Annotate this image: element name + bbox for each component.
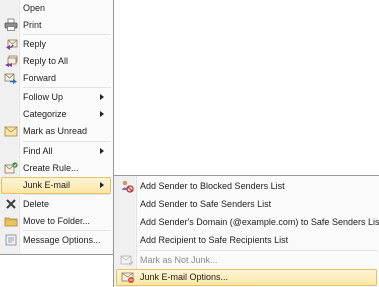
menu-item-label: Forward <box>23 73 57 83</box>
menu-item-print[interactable]: Print <box>1 17 111 34</box>
menu-item-follow-up[interactable]: Follow Up <box>1 89 111 106</box>
menu-separator <box>23 141 111 142</box>
menu-item-create-rule[interactable]: Create Rule... <box>1 160 111 177</box>
reply-icon <box>4 37 18 51</box>
menu-item-mark-as-unread[interactable]: Mark as Unread <box>1 123 111 140</box>
delete-x-icon <box>4 197 18 211</box>
menu-item-label: Message Options... <box>23 235 101 245</box>
block-sender-icon <box>120 179 134 193</box>
junk-email-submenu: Add Sender to Blocked Senders List Add S… <box>113 175 379 287</box>
menu-item-label: Junk E-mail Options... <box>140 272 229 282</box>
menu-item-label: Mark as Not Junk... <box>140 255 218 265</box>
menu-item-forward[interactable]: Forward <box>1 70 111 87</box>
submenu-arrow-icon <box>100 148 104 154</box>
submenu-arrow-icon <box>100 94 104 100</box>
menu-item-label: Find All <box>23 146 53 156</box>
reply-all-icon <box>4 54 18 68</box>
submenu-item-safe-sender[interactable]: Add Sender to Safe Senders List <box>116 196 377 213</box>
menu-item-label: Reply <box>23 39 47 49</box>
submenu-item-safe-domain[interactable]: Add Sender's Domain (@example.com) to Sa… <box>116 214 379 231</box>
menu-item-find-all[interactable]: Find All <box>1 143 111 160</box>
not-junk-envelope-icon <box>120 253 134 267</box>
forward-icon <box>4 71 18 85</box>
context-menu: Open Print Reply Reply to All Forward Fo… <box>0 0 114 255</box>
menu-separator <box>140 250 377 251</box>
options-icon <box>4 233 18 247</box>
menu-item-move-to-folder[interactable]: Move to Folder... <box>1 213 111 230</box>
menu-item-junk-email[interactable]: Junk E-mail <box>1 177 111 194</box>
menu-item-label: Move to Folder... <box>23 216 91 226</box>
menu-item-label: Add Recipient to Safe Recipients List <box>140 235 289 245</box>
menu-separator <box>23 87 111 88</box>
submenu-item-safe-recipient[interactable]: Add Recipient to Safe Recipients List <box>116 232 377 249</box>
menu-item-label: Print <box>23 20 42 30</box>
menu-item-delete[interactable]: Delete <box>1 196 111 213</box>
submenu-item-block-sender[interactable]: Add Sender to Blocked Senders List <box>116 178 377 195</box>
submenu-item-junk-options[interactable]: Junk E-mail Options... <box>116 269 377 286</box>
menu-item-reply[interactable]: Reply <box>1 36 111 53</box>
menu-item-categorize[interactable]: Categorize <box>1 106 111 123</box>
unread-envelope-icon <box>4 124 18 138</box>
menu-item-label: Mark as Unread <box>23 126 88 136</box>
printer-icon <box>4 18 18 32</box>
folder-icon <box>4 214 18 228</box>
menu-item-label: Add Sender's Domain (@example.com) to Sa… <box>140 217 379 227</box>
menu-item-label: Add Sender to Blocked Senders List <box>140 181 285 191</box>
menu-item-label: Categorize <box>23 109 67 119</box>
menu-item-message-options[interactable]: Message Options... <box>1 232 111 249</box>
menu-item-open[interactable]: Open <box>1 0 111 17</box>
menu-item-label: Delete <box>23 199 50 209</box>
menu-item-reply-to-all[interactable]: Reply to All <box>1 53 111 70</box>
menu-item-label: Create Rule... <box>23 163 79 173</box>
menu-item-label: Add Sender to Safe Senders List <box>140 199 272 209</box>
submenu-arrow-icon <box>100 111 104 117</box>
menu-item-label: Junk E-mail <box>23 180 71 190</box>
menu-item-label: Open <box>23 3 46 13</box>
submenu-item-mark-not-junk[interactable]: Mark as Not Junk... <box>116 252 377 269</box>
submenu-arrow-icon <box>100 182 104 188</box>
rule-icon <box>4 161 18 175</box>
menu-separator <box>23 230 111 231</box>
menu-item-label: Reply to All <box>23 56 69 66</box>
menu-item-label: Follow Up <box>23 92 64 102</box>
junk-options-icon <box>121 270 135 284</box>
menu-separator <box>23 34 111 35</box>
menu-separator <box>23 194 111 195</box>
